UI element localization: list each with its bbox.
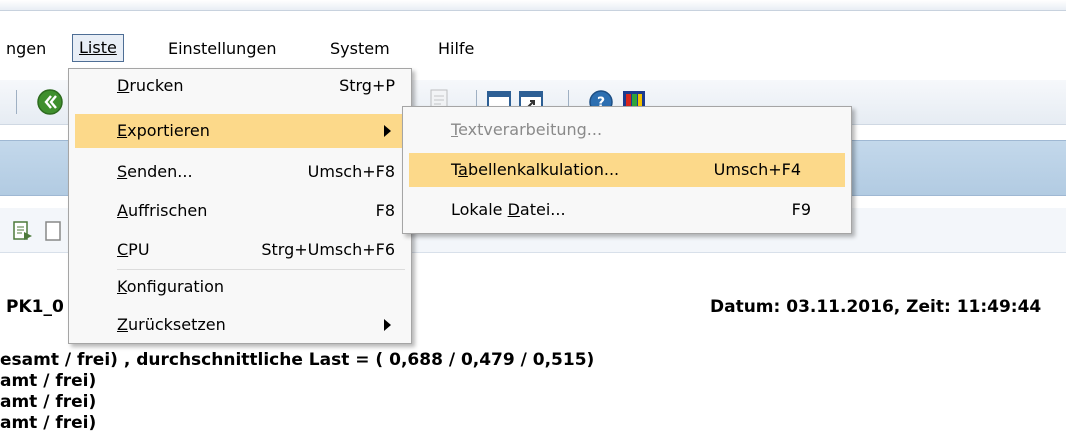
menu-item-liste[interactable]: Liste [72, 34, 124, 62]
menu-auffrischen[interactable]: Auffrischen F8 [75, 194, 405, 228]
menu-auffrischen-shortcut: F8 [375, 201, 395, 220]
content-line-4: amt / frei) [0, 413, 97, 433]
menu-drucken-shortcut: Strg+P [339, 76, 395, 95]
toolbar-separator [16, 90, 17, 114]
submenu-arrow-icon [384, 319, 391, 331]
menu-cpu-shortcut: Strg+Umsch+F6 [261, 240, 395, 259]
menu-textverarbeitung[interactable]: Textverarbeitung... [409, 113, 845, 147]
back-icon[interactable] [36, 88, 64, 120]
menu-tabellenkalkulation-label: Tabellenkalkulation... [451, 160, 620, 179]
system-id-fragment: PK1_0 [6, 297, 64, 317]
menu-drucken-label: Drucken [117, 76, 184, 95]
menu-item-partial[interactable]: ngen [0, 36, 52, 62]
submenu-arrow-icon [384, 125, 391, 137]
menu-senden[interactable]: Senden... Umsch+F8 [75, 155, 405, 189]
content-line-3: amt / frei) [0, 392, 97, 412]
window-top-edge [0, 0, 1066, 11]
content-line-1: esamt / frei) , durchschnittliche Last =… [0, 350, 595, 370]
document-icon[interactable] [44, 220, 64, 246]
menu-tabellenkalkulation[interactable]: Tabellenkalkulation... Umsch+F4 [409, 153, 845, 187]
menu-exportieren[interactable]: Exportieren [75, 114, 405, 148]
menu-lokale-datei-shortcut: F9 [791, 200, 811, 219]
export-list-icon[interactable] [12, 220, 34, 246]
menu-zuruecksetzen[interactable]: Zurücksetzen [75, 308, 405, 342]
menu-item-liste-label: Liste [79, 38, 117, 57]
liste-menu: Drucken Strg+P Exportieren Senden... Ums… [68, 68, 412, 344]
menu-exportieren-label: Exportieren [117, 121, 210, 140]
menu-item-hilfe-label: Hilfe [438, 39, 475, 58]
menu-senden-shortcut: Umsch+F8 [307, 162, 395, 181]
menu-item-hilfe[interactable]: Hilfe [432, 36, 480, 62]
menu-item-system-label: System [330, 39, 390, 58]
menu-item-einstellungen-label: Einstellungen [168, 39, 277, 58]
menu-cpu[interactable]: CPU Strg+Umsch+F6 [75, 233, 405, 267]
date-time-text: Datum: 03.11.2016, Zeit: 11:49:44 [710, 297, 1042, 317]
menu-bar: ngen Liste Einstellungen System Hilfe [0, 28, 1066, 68]
menu-zuruecksetzen-label: Zurücksetzen [117, 315, 226, 334]
content-line-2: amt / frei) [0, 371, 97, 391]
menu-senden-label: Senden... [117, 162, 193, 181]
menu-drucken[interactable]: Drucken Strg+P [75, 69, 405, 103]
menu-auffrischen-label: Auffrischen [117, 201, 208, 220]
menu-lokale-datei-label: Lokale Datei... [451, 200, 566, 219]
menu-konfiguration-label: Konfiguration [117, 277, 225, 296]
menu-item-system[interactable]: System [324, 36, 396, 62]
menu-cpu-label: CPU [117, 240, 150, 259]
export-submenu: Textverarbeitung... Tabellenkalkulation.… [402, 106, 852, 234]
menu-konfiguration[interactable]: Konfiguration [75, 270, 405, 304]
menu-item-einstellungen[interactable]: Einstellungen [162, 36, 282, 62]
menu-tabellenkalkulation-shortcut: Umsch+F4 [713, 160, 801, 179]
menu-lokale-datei[interactable]: Lokale Datei... F9 [409, 193, 845, 227]
menu-textverarbeitung-label: Textverarbeitung... [451, 120, 603, 139]
